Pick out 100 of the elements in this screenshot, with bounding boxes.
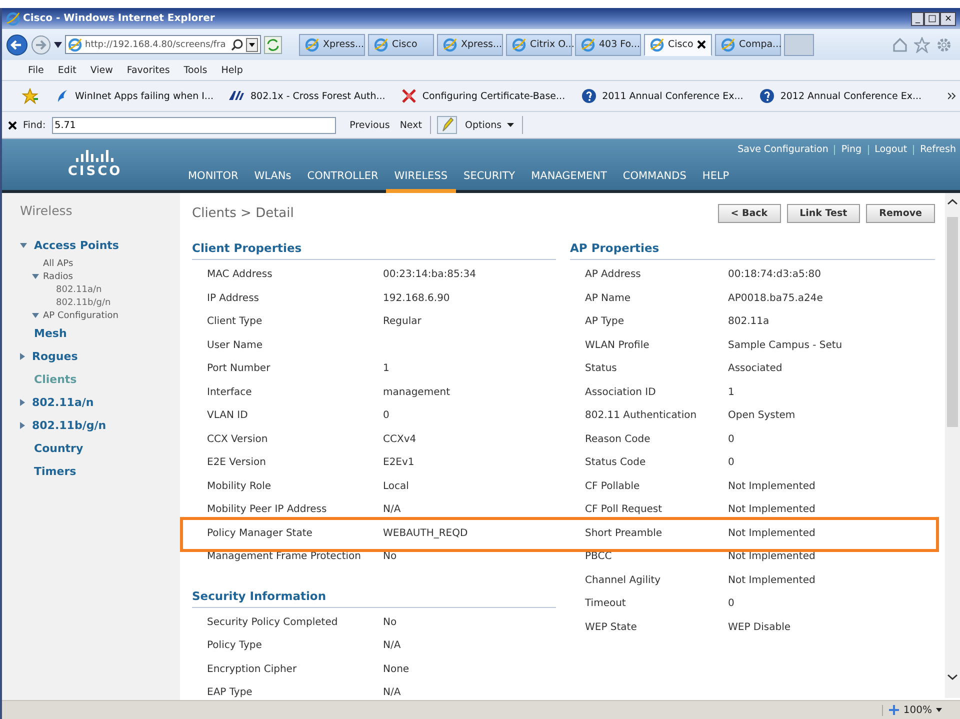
section-heading: Security Information [192, 586, 556, 608]
action-button[interactable]: < Back [718, 204, 781, 222]
browser-tab[interactable]: Compa... [715, 34, 781, 56]
browser-tab[interactable]: Cisco [368, 34, 434, 56]
page-icon [374, 38, 388, 52]
favorite-link[interactable]: 2011 Annual Conference Ex... [581, 88, 744, 104]
options-button[interactable]: Options [462, 120, 516, 130]
property-label: AP Name [584, 292, 632, 304]
page-icon [68, 38, 82, 52]
nav-tab[interactable]: SECURITY [456, 170, 524, 193]
find-field[interactable]: 5.71 [52, 116, 336, 134]
property-value: Open System [728, 410, 796, 422]
page-icon [512, 38, 526, 52]
zoom-control[interactable]: 100% [882, 704, 942, 716]
window-control-button[interactable]: _ [911, 12, 924, 26]
property-value: WEBAUTH_REQD [383, 528, 468, 539]
nav-tab[interactable]: HELP [694, 170, 738, 193]
property-label: Port Number [206, 363, 272, 374]
nav-tab[interactable]: MONITOR [180, 170, 246, 193]
property-label: CF Pollable [584, 480, 641, 492]
sidebar-item[interactable]: 802.11b/g/n [20, 296, 180, 309]
window-control-button[interactable]: × [940, 12, 956, 26]
property-label: Policy Type [206, 640, 263, 652]
browser-tab[interactable]: Cisco [644, 34, 712, 56]
sidebar-item[interactable]: Timers [20, 460, 180, 483]
menu-item[interactable]: Help [221, 64, 243, 76]
property-label: MAC Address [206, 269, 274, 280]
property-label: Channel Agility [584, 574, 662, 586]
nav-tab[interactable]: WIRELESS [386, 170, 456, 193]
property-label: Mobility Peer IP Address [206, 504, 328, 516]
menu-item[interactable]: Tools [184, 64, 208, 76]
expanded-arrow-icon [32, 274, 39, 279]
refresh-icon [264, 36, 282, 54]
menu-item[interactable]: Favorites [126, 64, 170, 76]
home-icon [892, 36, 908, 52]
dropdown-caret-icon [246, 38, 258, 52]
browser-tab[interactable]: Xpress... [437, 34, 503, 56]
property-label: E2E Version [206, 457, 267, 468]
action-button[interactable]: Link Test [786, 204, 860, 222]
header-link[interactable]: Refresh [920, 144, 956, 155]
section-heading: AP Properties [570, 238, 935, 260]
property-value: None [383, 664, 410, 675]
menu-item[interactable]: File [28, 64, 44, 76]
page-icon [305, 38, 319, 52]
sidebar-item[interactable]: All APs [20, 257, 180, 270]
property-label: CCX Version [206, 434, 269, 445]
header-link[interactable]: Ping [841, 144, 862, 155]
address-field[interactable]: http://192.168.4.80/screens/fra [65, 35, 261, 54]
sidebar-item[interactable]: 802.11a/n [20, 391, 180, 414]
property-value: N/A [383, 640, 401, 652]
nav-tab[interactable]: WLANs [246, 170, 300, 193]
menu-item[interactable]: View [90, 64, 113, 76]
property-value: 1 [383, 363, 390, 374]
property-label: Status Code [584, 457, 647, 468]
property-value: Sample Campus - Setu [728, 340, 842, 351]
property-label: Policy Manager State [206, 528, 314, 539]
new-tab-button[interactable] [784, 34, 814, 56]
browser-tab[interactable]: 403 Fo... [575, 34, 641, 56]
sidebar-item[interactable]: 802.11b/g/n [20, 414, 180, 437]
sidebar-item[interactable]: Country [20, 437, 180, 460]
property-label: IP Address [206, 292, 260, 304]
favorites-star-icon [22, 88, 38, 104]
property-label: Client Type [206, 316, 264, 328]
back-button-icon [6, 34, 28, 56]
favorite-link[interactable]: Configuring Certificate-Base... [401, 88, 566, 104]
property-value: No [383, 616, 397, 628]
nav-tab[interactable]: COMMANDS [614, 170, 694, 193]
close-icon [697, 40, 706, 49]
action-button[interactable]: Remove [866, 204, 935, 222]
favorite-link[interactable]: WinInet Apps failing when I... [54, 88, 214, 104]
nav-tab[interactable]: MANAGEMENT [523, 170, 615, 193]
property-value: Not Implemented [728, 574, 816, 586]
sidebar-item[interactable]: Rogues [20, 345, 180, 368]
favorite-link[interactable]: 802.1x - Cross Forest Auth... [229, 88, 386, 104]
browser-tab[interactable]: Citrix O... [506, 34, 572, 56]
star-icon [914, 36, 930, 52]
menu-item[interactable]: Edit [58, 64, 76, 76]
property-value: Not Implemented [728, 480, 816, 492]
nav-tab[interactable]: CONTROLLER [299, 170, 386, 193]
sidebar-item[interactable]: Access Points [20, 234, 180, 257]
browser-tab[interactable]: Xpress... [299, 34, 365, 56]
property-label: Status [584, 363, 618, 374]
sidebar-title: Wireless [20, 203, 74, 218]
cisco-logo: CISCO [68, 164, 122, 179]
header-link[interactable]: Save Configuration [738, 144, 828, 155]
sidebar-item[interactable]: Radios [20, 270, 180, 283]
sidebar-item[interactable]: 802.11a/n [20, 283, 180, 296]
sidebar-item[interactable]: AP Configuration [20, 309, 180, 322]
property-label: Management Frame Protection [206, 551, 362, 562]
sidebar-item[interactable]: Mesh [20, 322, 180, 345]
property-value: 0 [728, 457, 734, 468]
favorite-link[interactable]: 2012 Annual Conference Ex... [759, 88, 922, 104]
window-control-button[interactable]: □ [924, 12, 940, 26]
previous-button[interactable]: Previous [348, 120, 392, 130]
header-link[interactable]: Logout [874, 144, 908, 155]
property-value: Local [383, 480, 409, 492]
forward-button-icon [31, 34, 51, 54]
property-value: 0 [383, 410, 390, 422]
next-button[interactable]: Next [398, 120, 424, 130]
property-label: PBCC [584, 551, 613, 562]
